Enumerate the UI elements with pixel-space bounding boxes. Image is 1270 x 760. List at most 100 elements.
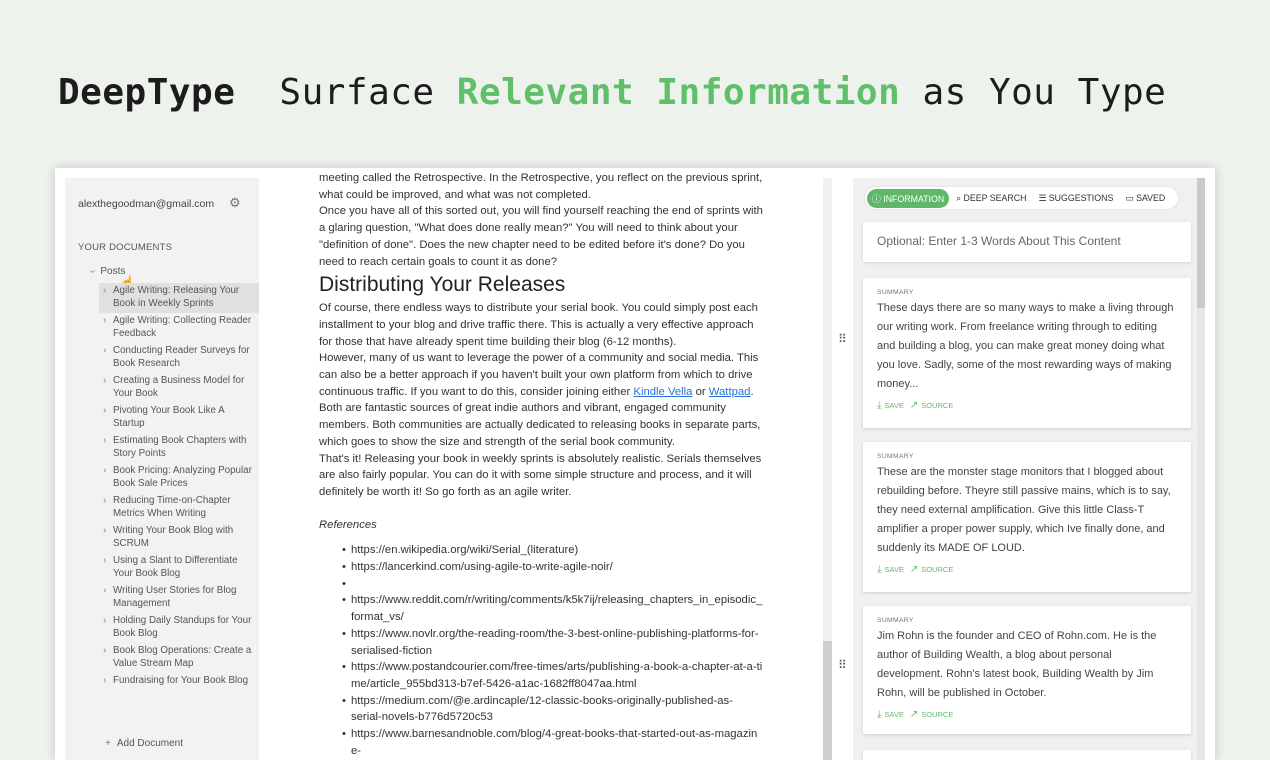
tagline-pre: Surface: [279, 72, 457, 113]
topic-input[interactable]: Optional: Enter 1-3 Words About This Con…: [863, 222, 1191, 262]
editor-content[interactable]: meeting called the Retrospective. In the…: [319, 168, 763, 760]
document-item[interactable]: › Writing User Stories for Blog Managemen…: [99, 583, 259, 613]
tab-label: INFORMATION: [883, 193, 945, 204]
app-window: alexthegoodman@gmail.com ⚙ YOUR DOCUMENT…: [55, 168, 1215, 760]
tab-deep-search[interactable]: ⌕ DEEP SEARCH: [951, 190, 1031, 207]
panel-scrollbar[interactable]: [1197, 178, 1205, 760]
your-documents-heading: YOUR DOCUMENTS: [78, 242, 173, 253]
gear-icon[interactable]: ⚙: [229, 195, 241, 211]
document-sidebar: alexthegoodman@gmail.com ⚙ YOUR DOCUMENT…: [65, 178, 259, 760]
drag-handle-icon[interactable]: ⠿: [838, 332, 847, 346]
save-label: SAVE: [884, 710, 904, 719]
document-item[interactable]: › Writing Your Book Blog with SCRUM: [99, 523, 259, 553]
drag-handle-icon[interactable]: ⠿: [838, 658, 847, 672]
card-text: These are the monster stage monitors tha…: [877, 466, 1171, 554]
download-icon: ⤓: [877, 709, 882, 720]
panel-scrollbar-thumb[interactable]: [1197, 178, 1205, 308]
reference-item: https://www.novlr.org/the-reading-room/t…: [342, 626, 763, 659]
document-title: Writing Your Book Blog with SCRUM: [113, 525, 234, 549]
paragraph: That's it! Releasing your book in weekly…: [319, 452, 762, 498]
source-label: SOURCE: [921, 401, 954, 410]
references-list: https://en.wikipedia.org/wiki/Serial_(li…: [319, 542, 763, 759]
summary-card: [863, 750, 1191, 760]
reference-item: https://lancerkind.com/using-agile-to-wr…: [342, 559, 763, 576]
save-button[interactable]: ⤓ SAVE: [877, 400, 904, 411]
chevron-right-icon: ›: [103, 585, 107, 596]
document-title: Holding Daily Standups for Your Book Blo…: [113, 615, 252, 639]
headline: DeepType Surface Relevant Information as …: [58, 72, 1166, 113]
chevron-right-icon: ›: [103, 435, 107, 446]
tab-saved[interactable]: ▭ SAVED: [1120, 190, 1170, 207]
download-icon: ⤓: [877, 564, 882, 575]
editor-scrollbar[interactable]: [823, 178, 832, 760]
tab-information[interactable]: ⓘ INFORMATION: [867, 188, 950, 208]
document-title: Using a Slant to Differentiate Your Book…: [113, 555, 238, 579]
document-item[interactable]: › Using a Slant to Differentiate Your Boo…: [99, 553, 259, 583]
card-actions: ⤓ SAVE ↗ SOURCE: [877, 709, 1177, 720]
source-label: SOURCE: [921, 565, 954, 574]
download-icon: ⤓: [877, 400, 882, 411]
chevron-right-icon: ›: [103, 375, 107, 386]
summary-card: SUMMARY These are the monster stage moni…: [863, 442, 1191, 592]
document-item[interactable]: › Book Blog Operations: Create a Value St…: [99, 643, 259, 673]
tagline-accent: Relevant Information: [456, 72, 901, 113]
brand-name: DeepType: [58, 72, 236, 113]
source-button[interactable]: ↗ SOURCE: [910, 400, 953, 411]
chevron-down-icon: ›: [87, 269, 99, 274]
summary-card: SUMMARY These days there are so many way…: [863, 278, 1191, 428]
chevron-right-icon: ›: [103, 495, 107, 506]
external-link-icon: ↗: [909, 709, 919, 720]
editor-scrollbar-thumb[interactable]: [823, 641, 832, 760]
chevron-right-icon: ›: [103, 525, 107, 536]
document-item[interactable]: › Pivoting Your Book Like A Startup: [99, 403, 259, 433]
save-label: SAVE: [884, 565, 904, 574]
document-item[interactable]: › Conducting Reader Surveys for Book Rese…: [99, 343, 259, 373]
tab-suggestions[interactable]: ☰ SUGGESTIONS: [1033, 190, 1118, 207]
tab-label: SUGGESTIONS: [1048, 192, 1114, 203]
document-title: Conducting Reader Surveys for Book Resea…: [113, 345, 250, 369]
reference-item: [342, 576, 763, 593]
summary-card: SUMMARY Jim Rohn is the founder and CEO …: [863, 606, 1191, 734]
document-item[interactable]: › Fundraising for Your Book Blog: [99, 673, 259, 701]
document-item[interactable]: › Estimating Book Chapters with Story Poi…: [99, 433, 259, 463]
chevron-right-icon: ›: [103, 405, 107, 416]
document-title: Estimating Book Chapters with Story Poin…: [113, 435, 247, 459]
document-title: Book Pricing: Analyzing Popular Book Sal…: [113, 465, 252, 489]
tab-label: SAVED: [1136, 192, 1166, 203]
card-actions: ⤓ SAVE ↗ SOURCE: [877, 400, 1177, 411]
panel-tabs: ⓘ INFORMATION ⌕ DEEP SEARCH ☰ SUGGESTION…: [865, 187, 1179, 209]
source-button[interactable]: ↗ SOURCE: [910, 564, 953, 575]
document-item[interactable]: › Book Pricing: Analyzing Popular Book Sa…: [99, 463, 259, 493]
document-item[interactable]: › Reducing Time-on-Chapter Metrics When W…: [99, 493, 259, 523]
section-heading: Distributing Your Releases: [319, 273, 566, 297]
document-item[interactable]: › Holding Daily Standups for Your Book Bl…: [99, 613, 259, 643]
document-item[interactable]: › Agile Writing: Releasing Your Book in W…: [99, 283, 259, 313]
source-button[interactable]: ↗ SOURCE: [910, 709, 953, 720]
document-list: › Agile Writing: Releasing Your Book in W…: [99, 283, 259, 701]
chevron-right-icon: ›: [103, 555, 107, 566]
document-item[interactable]: › Agile Writing: Collecting Reader Feedba…: [99, 313, 259, 343]
wattpad-link[interactable]: Wattpad: [709, 386, 751, 398]
document-item[interactable]: › Creating a Business Model for Your Book: [99, 373, 259, 403]
card-text: These days there are so many ways to mak…: [877, 302, 1174, 390]
kindle-vella-link[interactable]: Kindle Vella: [633, 386, 692, 398]
add-document-button[interactable]: + Add Document: [105, 738, 183, 749]
save-button[interactable]: ⤓ SAVE: [877, 709, 904, 720]
paragraph: Once you have all of this sorted out, yo…: [319, 205, 763, 268]
account-email: alexthegoodman@gmail.com: [78, 198, 215, 210]
document-title: Reducing Time-on-Chapter Metrics When Wr…: [113, 495, 231, 519]
chevron-right-icon: ›: [103, 345, 107, 356]
chevron-right-icon: ›: [103, 615, 107, 626]
save-button[interactable]: ⤓ SAVE: [877, 564, 904, 575]
chevron-right-icon: ›: [103, 645, 107, 656]
paragraph: Of course, there endless ways to distrib…: [319, 302, 758, 348]
paragraph-text: or: [692, 385, 709, 398]
reference-item: https://www.reddit.com/r/writing/comment…: [342, 592, 763, 625]
document-title: Pivoting Your Book Like A Startup: [113, 405, 225, 429]
card-text: Jim Rohn is the founder and CEO of Rohn.…: [877, 630, 1157, 699]
references-heading: References: [319, 518, 377, 531]
reference-item: https://www.barnesandnoble.com/blog/4-gr…: [342, 726, 763, 759]
tab-label: DEEP SEARCH: [963, 192, 1027, 203]
reference-item: https://medium.com/@e.ardincaple/12-clas…: [342, 693, 763, 726]
chevron-right-icon: ›: [103, 315, 107, 326]
